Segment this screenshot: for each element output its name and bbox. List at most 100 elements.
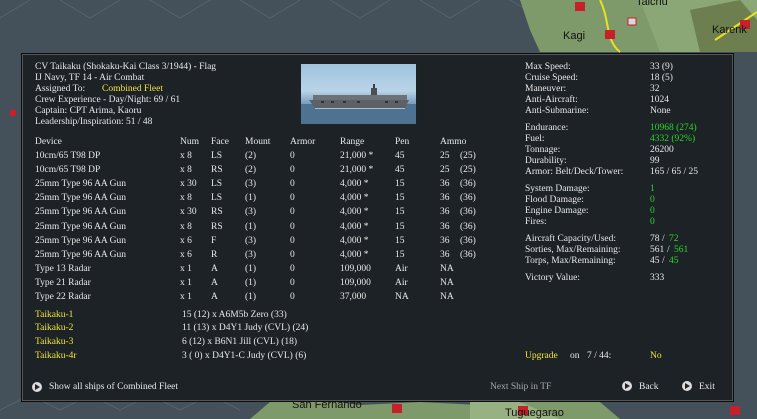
device-cell: 4,000 * [340, 193, 369, 204]
device-cell: x 1 [180, 292, 192, 302]
device-name: 25mm Type 96 AA Gun [35, 179, 126, 190]
torps-max: 45 [650, 256, 660, 266]
col-pen: Pen [395, 137, 410, 147]
crew-experience: Crew Experience - Day/Night: 69 / 61 [35, 95, 181, 105]
show-all-ships-button[interactable]: Show all ships of Combined Fleet [49, 382, 178, 393]
device-name: 25mm Type 96 AA Gun [35, 207, 126, 218]
back-icon[interactable] [622, 381, 632, 391]
next-ship-button[interactable]: Next Ship in TF [490, 382, 551, 393]
device-cell: x 8 [180, 193, 192, 204]
aircraft-capacity-max: 78 [650, 234, 660, 244]
stat-label: Fuel: [525, 134, 545, 144]
device-cell: x 30 [180, 179, 197, 190]
device-cell: x 1 [180, 263, 192, 274]
stat-value: 33 (9) [650, 62, 673, 72]
exit-icon[interactable] [682, 381, 692, 391]
damage-value: 0 [650, 206, 655, 216]
device-cell: (36) [460, 207, 476, 218]
col-face: Face [211, 137, 229, 147]
device-cell: LS [211, 193, 223, 204]
air-group-name[interactable]: Taikaku-3 [35, 337, 73, 348]
air-group-name[interactable]: Taikaku-2 [35, 323, 73, 334]
air-group-name[interactable]: Taikaku-4r [35, 351, 77, 362]
damage-value: 0 [650, 217, 655, 227]
assigned-to-label: Assigned To: [35, 84, 86, 94]
damage-value: 0 [650, 195, 655, 205]
device-cell: NA [440, 277, 454, 288]
device-cell: Air [395, 263, 408, 274]
stat-value: 18 (5) [650, 73, 673, 83]
map-label-kagi: Kagi [563, 30, 586, 42]
device-cell: RS [211, 221, 223, 232]
upgrade-on: on [570, 351, 580, 361]
device-cell: LS [211, 151, 223, 161]
device-cell: 0 [290, 207, 295, 218]
device-cell: x 30 [180, 207, 197, 218]
device-cell: 15 [395, 221, 405, 232]
damage-label: Engine Damage: [525, 206, 589, 216]
device-cell: 0 [290, 249, 295, 260]
device-cell: 0 [290, 179, 295, 190]
device-cell: 0 [290, 165, 295, 176]
map-label-tuguegarao: Tuguegarao [505, 407, 564, 419]
device-cell: (2) [245, 165, 257, 176]
upgrade-link[interactable]: Upgrade [525, 351, 558, 362]
stat-value: 1024 [650, 95, 669, 105]
ship-title: CV Taikaku (Shokaku-Kai Class 3/1944) - … [35, 62, 217, 72]
device-cell: x 1 [180, 277, 192, 288]
device-cell: 0 [290, 151, 295, 161]
device-name: 25mm Type 96 AA Gun [35, 235, 126, 246]
device-cell: 36 [440, 249, 450, 260]
map-label-taichu: Taichu [636, 0, 668, 8]
device-cell: NA [440, 263, 454, 274]
air-group-name[interactable]: Taikaku-1 [35, 310, 73, 321]
device-cell: 4,000 * [340, 221, 369, 232]
device-cell: 37,000 [340, 292, 367, 302]
device-cell: Air [395, 277, 408, 288]
device-cell: 109,000 [340, 277, 371, 288]
show-all-ships-icon[interactable] [32, 382, 42, 392]
stat-label: Cruise Speed: [525, 73, 579, 83]
back-button[interactable]: Back [639, 382, 659, 393]
stat-value: 10968 (274) [650, 123, 697, 133]
exit-button[interactable]: Exit [699, 382, 715, 393]
stat-label: Armor: Belt/Deck/Tower: [525, 167, 624, 177]
device-name: 10cm/65 T98 DP [35, 151, 101, 161]
assigned-to-value[interactable]: Combined Fleet [102, 84, 163, 95]
col-armor: Armor [290, 137, 316, 147]
upgrade-value: No [650, 351, 662, 361]
device-cell: 0 [290, 277, 295, 288]
stat-label: Anti-Submarine: [525, 106, 589, 116]
device-cell: 0 [290, 221, 295, 232]
col-mount: Mount [245, 137, 271, 147]
device-cell: 45 [395, 151, 405, 161]
air-group-desc: 3 ( 0) x D4Y1-C Judy (CVL) (6) [182, 351, 307, 361]
device-cell: (1) [245, 193, 257, 204]
device-cell: (1) [245, 263, 257, 274]
device-name: Type 22 Radar [35, 292, 91, 302]
sorties-max: 561 [650, 245, 665, 255]
col-range: Range [340, 137, 365, 147]
captain: Captain: CPT Arima, Kaoru [35, 106, 142, 116]
device-cell: 21,000 * [340, 165, 374, 176]
stat-label: Tonnage: [525, 145, 561, 155]
map-label-karenk: Karenk [712, 24, 747, 36]
device-cell: 15 [395, 235, 405, 246]
stat-value: 99 [650, 156, 660, 166]
device-cell: (36) [460, 221, 476, 232]
device-cell: x 8 [180, 221, 192, 232]
device-cell: x 8 [180, 151, 192, 161]
device-cell: LS [211, 179, 223, 190]
aircraft-capacity-label: Aircraft Capacity/Used: [525, 234, 617, 244]
col-ammo: Ammo [440, 137, 467, 147]
device-cell: 15 [395, 193, 405, 204]
device-cell: NA [440, 292, 454, 302]
air-group-desc: 6 (12) x B6N1 Jill (CVL) (18) [182, 337, 298, 347]
device-cell: x 6 [180, 249, 192, 260]
upgrade-date: 7 / 44: [587, 351, 612, 361]
col-device: Device [35, 137, 62, 147]
device-cell: (3) [245, 235, 257, 246]
device-cell: 36 [440, 179, 450, 190]
air-group-desc: 15 (12) x A6M5b Zero (33) [182, 310, 287, 320]
device-cell: RS [211, 207, 223, 218]
